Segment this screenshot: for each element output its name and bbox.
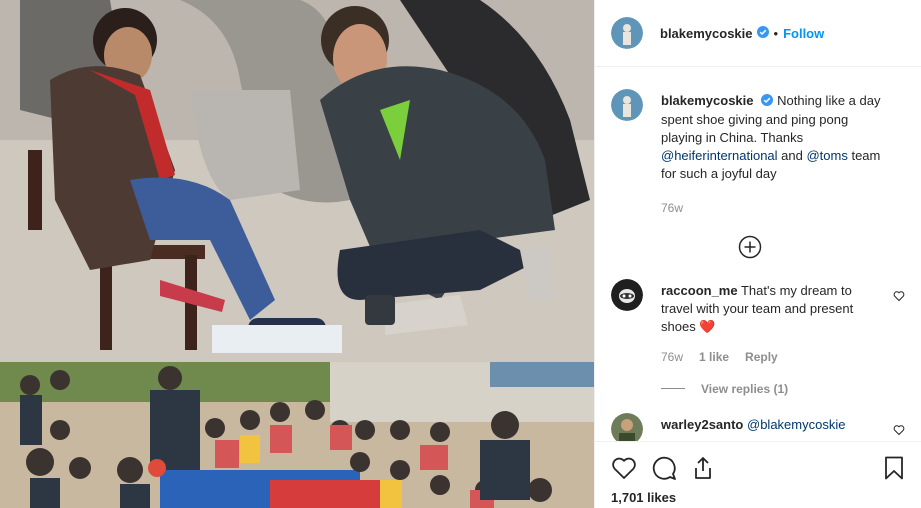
verified-badge-icon xyxy=(756,25,769,41)
caption: blakemycoskie Nothing like a day spent s… xyxy=(611,89,905,217)
share-icon[interactable] xyxy=(691,456,715,483)
mention-link[interactable]: @toms xyxy=(806,148,847,163)
follow-button[interactable]: Follow xyxy=(783,26,824,41)
save-icon[interactable] xyxy=(883,456,905,483)
caption-time[interactable]: 76w xyxy=(661,199,683,217)
heart-icon[interactable] xyxy=(611,456,637,483)
avatar[interactable] xyxy=(611,89,643,121)
separator-dot: • xyxy=(773,25,779,41)
comment-heart-icon[interactable] xyxy=(893,424,905,439)
view-replies-label: View replies (1) xyxy=(701,381,789,396)
comment-heart-icon[interactable] xyxy=(893,290,905,305)
divider xyxy=(661,388,685,390)
reply-button[interactable]: Reply xyxy=(745,348,778,366)
comment-meta: 76w 1 like Reply xyxy=(661,348,881,366)
view-replies-button[interactable]: View replies (1) xyxy=(661,382,905,396)
avatar[interactable] xyxy=(611,278,643,311)
comment-username[interactable]: raccoon_me xyxy=(661,283,738,298)
comment-icon[interactable] xyxy=(651,455,677,484)
comment-body: warley2santo @blakemycoskie xyxy=(661,416,881,441)
mention-link[interactable]: @heiferinternational xyxy=(661,148,778,163)
add-comment-icon[interactable] xyxy=(738,235,762,262)
comment-username[interactable]: warley2santo xyxy=(661,417,743,432)
mention-link[interactable]: @blakemycoskie xyxy=(747,417,845,432)
comment-item: warley2santo @blakemycoskie xyxy=(611,412,905,441)
comment-time[interactable]: 76w xyxy=(661,348,683,366)
verified-badge-icon xyxy=(761,93,774,111)
caption-meta: 76w xyxy=(661,199,881,217)
action-icons xyxy=(611,450,905,488)
comment-body: raccoon_me That's my dream to travel wit… xyxy=(661,282,881,366)
post-photo[interactable] xyxy=(0,0,594,508)
avatar[interactable] xyxy=(611,17,643,49)
caption-body: blakemycoskie Nothing like a day spent s… xyxy=(661,92,881,217)
caption-text: and xyxy=(777,147,807,163)
comments-list[interactable]: blakemycoskie Nothing like a day spent s… xyxy=(595,67,921,441)
heart-emoji: ❤️ xyxy=(699,318,716,334)
header-username[interactable]: blakemycoskie xyxy=(660,26,753,41)
load-more xyxy=(595,235,905,262)
comment-likes[interactable]: 1 like xyxy=(699,348,729,366)
likes-count[interactable]: 1,701 likes xyxy=(611,490,905,505)
caption-username[interactable]: blakemycoskie xyxy=(661,93,754,108)
post-photo-image xyxy=(0,0,594,508)
avatar[interactable] xyxy=(611,412,643,441)
post-details-panel: blakemycoskie • Follow blakemycoskie Not… xyxy=(594,0,921,508)
comment-item: raccoon_me That's my dream to travel wit… xyxy=(611,278,905,366)
post-header: blakemycoskie • Follow xyxy=(595,0,921,67)
post-actions: 1,701 likes xyxy=(595,441,921,508)
